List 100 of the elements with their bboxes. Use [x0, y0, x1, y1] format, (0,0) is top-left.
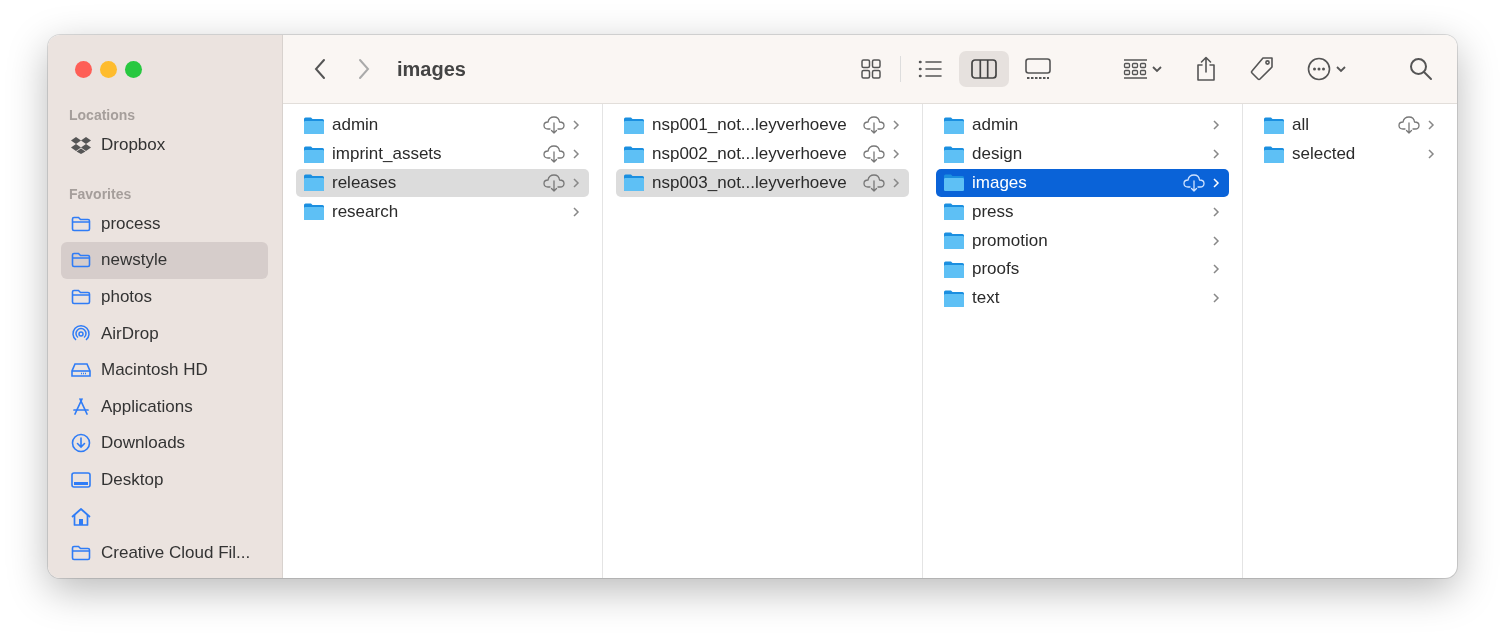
window-title: images: [397, 57, 466, 81]
sidebar-item[interactable]: photos: [61, 278, 268, 316]
folder-row[interactable]: research: [296, 197, 589, 227]
folder-row[interactable]: all: [1256, 111, 1444, 140]
chevron-icon: [1212, 119, 1220, 132]
folder-row[interactable]: nsp002_not...leyverhoeve: [616, 139, 909, 169]
folder-name: nsp002_not...leyverhoeve: [652, 144, 847, 165]
folder-icon: [944, 116, 964, 134]
chevron-icon: [1212, 292, 1220, 305]
folder-icon: [71, 545, 91, 562]
folder-name: proofs: [972, 259, 1020, 280]
folder-icon: [304, 174, 324, 192]
folder-icon: [624, 145, 644, 163]
sidebar-item[interactable]: process: [61, 205, 268, 243]
chevron-icon: [1212, 263, 1220, 276]
folder-name: nsp003_not...leyverhoeve: [652, 173, 847, 193]
chevron-icon: [1212, 177, 1220, 189]
dropbox-icon: [71, 136, 91, 155]
folder-icon: [71, 289, 91, 306]
folder-icon: [71, 215, 91, 232]
folder-row[interactable]: press: [936, 197, 1229, 227]
folder-row[interactable]: promotion: [936, 226, 1229, 255]
chevron-icon: [1212, 205, 1220, 218]
chevron-icon: [1427, 119, 1435, 132]
sidebar-item[interactable]: Macintosh HD: [61, 351, 268, 389]
sidebar-item[interactable]: Dropbox: [61, 127, 268, 164]
chevron-icon: [572, 148, 580, 161]
sidebar-item[interactable]: Downloads: [61, 425, 268, 462]
back-icon[interactable]: [313, 58, 327, 80]
chevron-icon: [1427, 148, 1435, 161]
desktop-icon: [71, 472, 91, 489]
folder-icon: [624, 174, 644, 192]
folder-row[interactable]: selected: [1256, 139, 1444, 169]
folder-row[interactable]: text: [936, 283, 1229, 313]
folder-icon: [304, 116, 324, 134]
folder-name: images: [972, 173, 1027, 193]
sidebar-item[interactable]: Applications: [61, 388, 268, 426]
gallery-icon: [1025, 58, 1051, 80]
group-button[interactable]: [1123, 59, 1163, 79]
folder-name: imprint_assets: [332, 144, 442, 165]
chevron-icon: [892, 119, 900, 132]
sidebar-item[interactable]: AirDrop: [61, 315, 268, 352]
folder-row[interactable]: design: [936, 139, 1229, 169]
folder-name: admin: [332, 115, 379, 136]
chevron-icon: [572, 205, 580, 218]
folder-icon: [944, 232, 964, 250]
folder-icon: [944, 289, 964, 307]
sidebar-item[interactable]: Desktop: [61, 461, 268, 499]
folder-icon: [304, 203, 324, 221]
more-button[interactable]: [1307, 57, 1347, 81]
folder-row[interactable]: nsp001_not...leyverhoeve: [616, 111, 909, 140]
drive-icon: [71, 362, 91, 379]
folder-name: design: [972, 144, 1023, 165]
folder-name: selected: [1292, 144, 1356, 165]
sidebar-item[interactable]: newstyle: [61, 242, 268, 279]
folder-icon: [944, 174, 964, 192]
folder-row[interactable]: nsp003_not...leyverhoeve: [616, 168, 909, 198]
folder-row[interactable]: images: [936, 168, 1229, 198]
folder-icon: [944, 145, 964, 163]
download-icon: [71, 433, 91, 454]
folder-row[interactable]: proofs: [936, 255, 1229, 284]
folder-icon: [944, 203, 964, 221]
folder-icon: [1264, 145, 1284, 163]
folder-name: text: [972, 288, 1000, 309]
folder-icon: [71, 252, 91, 269]
group-icon: [1123, 59, 1163, 79]
folder-name: research: [332, 201, 399, 222]
folder-name: all: [1292, 115, 1309, 136]
folder-row[interactable]: imprint_assets: [296, 139, 589, 169]
folder-name: releases: [332, 173, 397, 193]
airdrop-icon: [71, 323, 91, 344]
view-mode-button[interactable]: [959, 51, 1009, 87]
sidebar-heading: Favorites: [68, 184, 133, 204]
tag-icon[interactable]: [1249, 56, 1275, 82]
folder-name: admin: [972, 115, 1019, 136]
chevron-icon: [892, 148, 900, 161]
sidebar-heading: Locations: [68, 106, 137, 125]
folder-name: press: [972, 201, 1014, 222]
folder-row[interactable]: admin: [936, 111, 1229, 140]
home-icon: [71, 507, 91, 526]
columns-icon: [971, 59, 997, 79]
folder-row[interactable]: releases: [296, 168, 589, 198]
folder-icon: [944, 260, 964, 278]
folder-icon: [1264, 116, 1284, 134]
chevron-icon: [572, 177, 580, 189]
folder-icon: [624, 116, 644, 134]
chevron-icon: [1212, 234, 1220, 247]
grid-icon: [860, 58, 882, 80]
applications-icon: [71, 396, 91, 417]
ellipsis-icon: [1307, 57, 1347, 81]
share-icon[interactable]: [1195, 56, 1217, 82]
folder-icon: [304, 145, 324, 163]
chevron-icon: [1212, 148, 1220, 161]
list-icon: [918, 59, 942, 79]
sidebar-item[interactable]: Creative Cloud Fil...: [61, 534, 268, 572]
folder-row[interactable]: admin: [296, 111, 589, 140]
chevron-icon: [572, 119, 580, 132]
folder-name: promotion: [972, 230, 1048, 251]
chevron-icon: [892, 177, 900, 189]
search-icon[interactable]: [1409, 57, 1433, 81]
